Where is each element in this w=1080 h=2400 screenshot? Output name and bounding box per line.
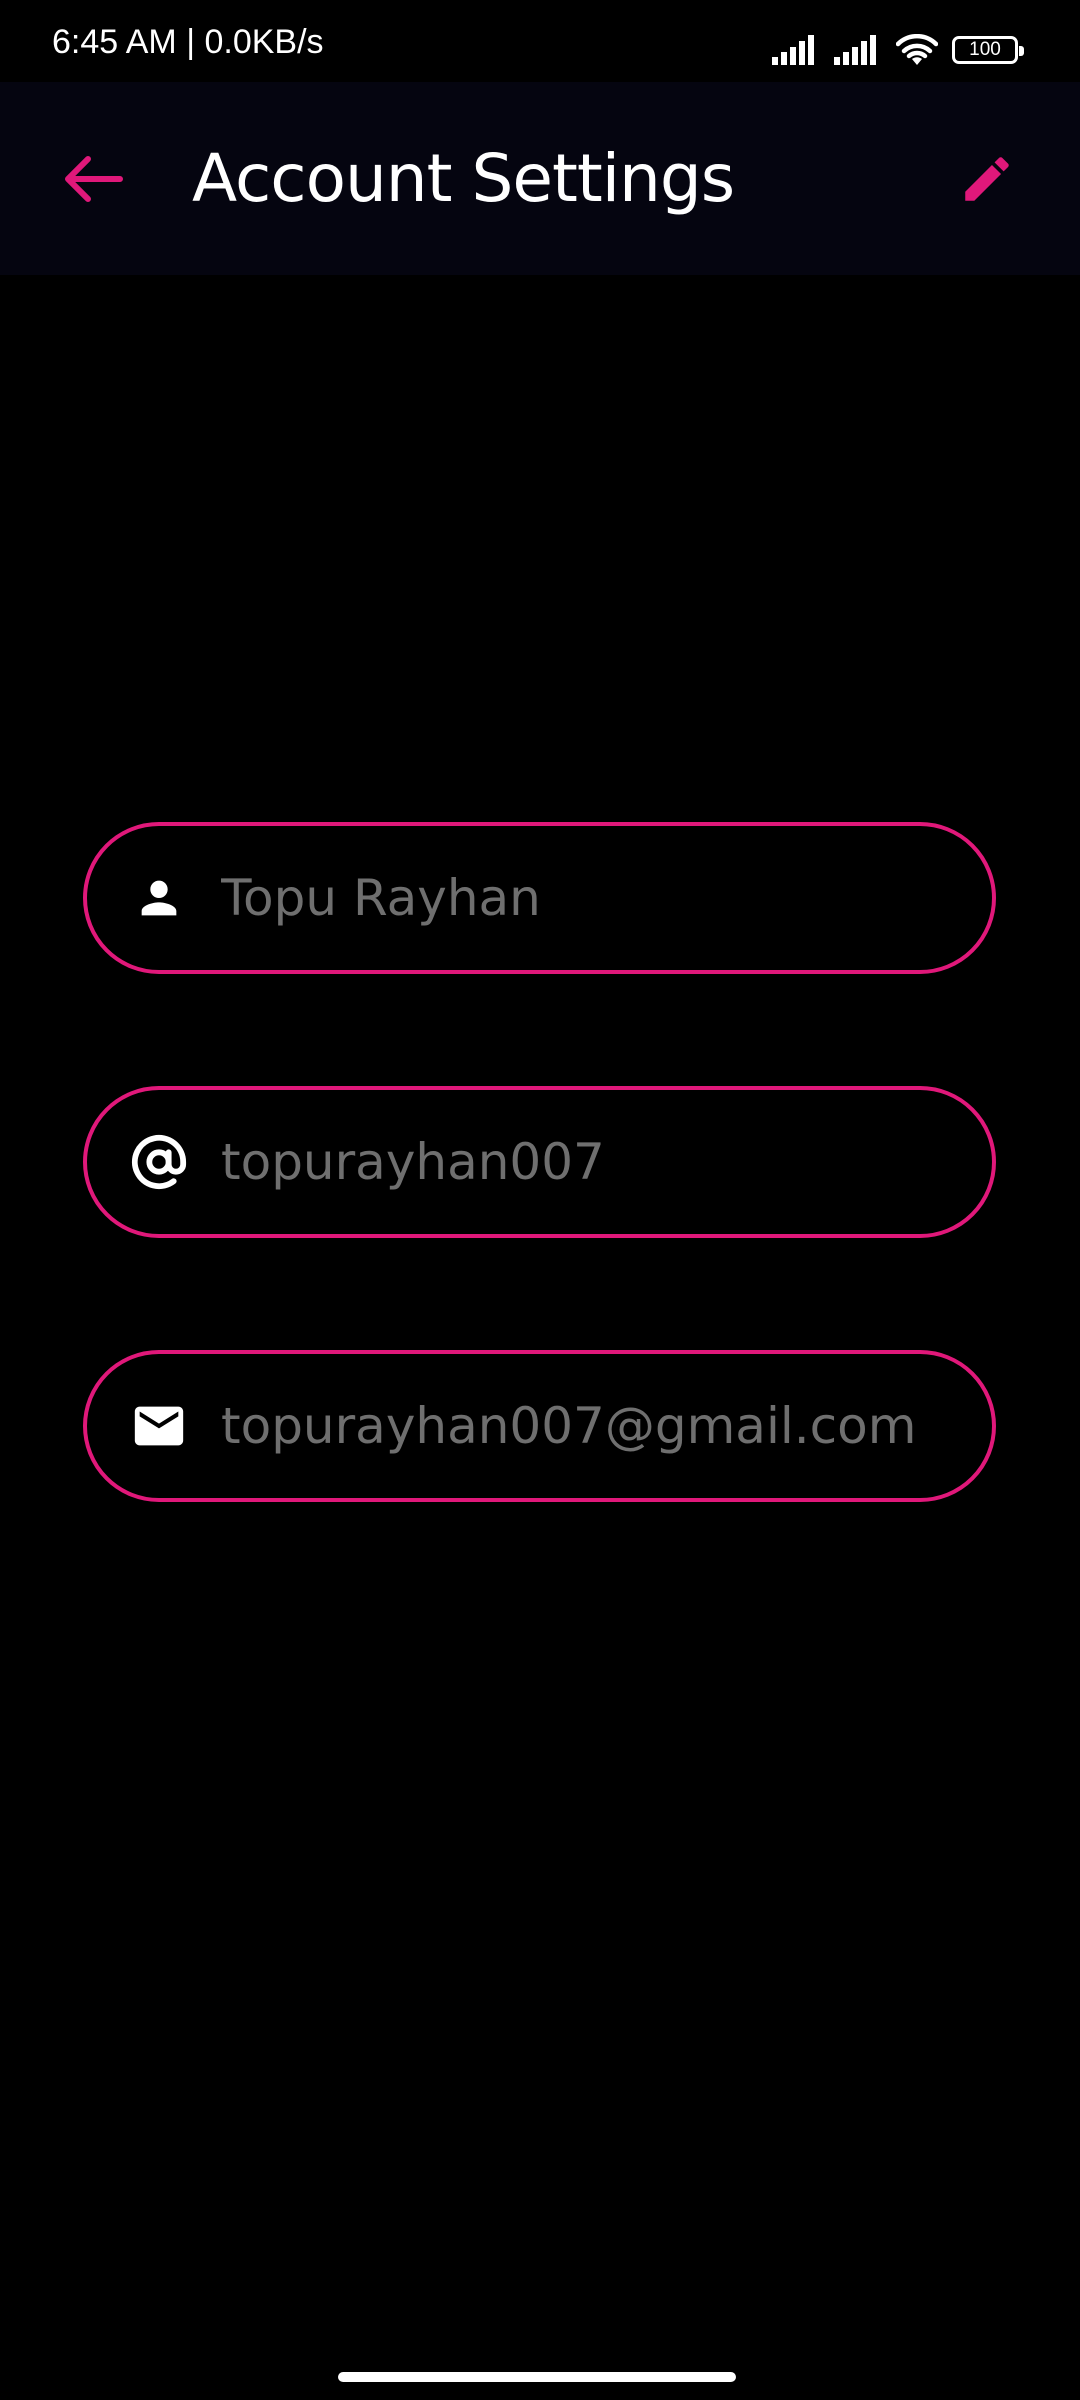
arrow-left-icon <box>65 156 123 202</box>
edit-button[interactable] <box>942 134 1032 224</box>
signal-icon <box>834 35 876 65</box>
pencil-icon <box>965 157 1009 201</box>
username-input[interactable] <box>221 1122 992 1202</box>
wifi-icon <box>896 34 938 65</box>
back-button[interactable] <box>48 134 138 224</box>
status-bar: 6:45 AM | 0.0KB/s 100 <box>0 0 1080 82</box>
status-time-speed: 6:45 AM | 0.0KB/s <box>52 23 324 61</box>
name-field[interactable] <box>83 822 996 974</box>
email-field[interactable] <box>83 1350 996 1502</box>
app-bar: Account Settings <box>0 82 1080 275</box>
home-indicator[interactable] <box>338 2372 736 2382</box>
signal-icon <box>772 35 814 65</box>
mail-icon <box>129 1396 189 1456</box>
battery-icon: 100 <box>952 36 1024 64</box>
name-input[interactable] <box>221 858 992 938</box>
email-input[interactable] <box>221 1386 992 1466</box>
username-field[interactable] <box>83 1086 996 1238</box>
page-title: Account Settings <box>192 140 735 217</box>
status-icons: 100 <box>772 30 1024 70</box>
person-icon <box>129 868 189 928</box>
battery-level: 100 <box>969 39 1001 60</box>
at-sign-icon <box>129 1132 189 1192</box>
